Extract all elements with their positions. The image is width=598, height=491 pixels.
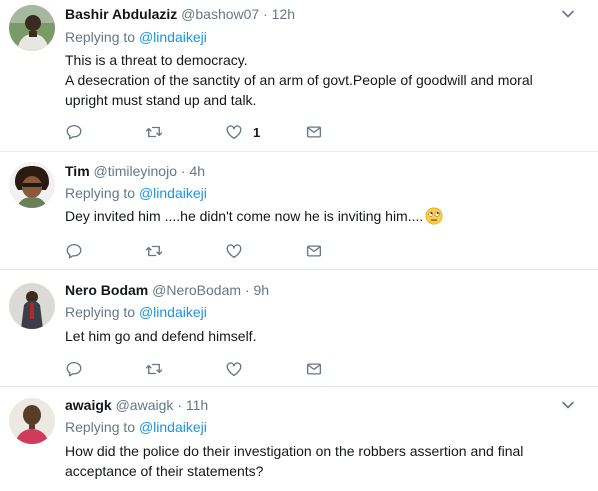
replying-to-link[interactable]: @lindaikeji	[139, 29, 207, 45]
retweet-button[interactable]	[145, 122, 163, 142]
timestamp[interactable]: · 12h	[263, 6, 295, 22]
direct-message-button[interactable]	[305, 359, 323, 379]
avatar[interactable]	[9, 283, 55, 329]
replying-to-label: Replying to	[65, 185, 139, 201]
avatar[interactable]	[9, 5, 55, 51]
avatar[interactable]	[9, 162, 55, 208]
tweet-header: Tim @timileyinojo · 4h	[65, 163, 205, 179]
retweet-button[interactable]	[145, 241, 163, 261]
reply-icon	[65, 242, 83, 260]
like-icon	[225, 123, 243, 141]
display-name[interactable]: Tim	[65, 163, 90, 179]
user-handle[interactable]: @bashow07	[181, 6, 259, 22]
retweet-icon	[145, 242, 163, 260]
tweet[interactable]: Tim @timileyinojo · 4h Replying to @lind…	[0, 152, 598, 270]
replying-to-label: Replying to	[65, 29, 139, 45]
user-handle[interactable]: @awaigk	[116, 397, 174, 413]
reply-icon	[65, 360, 83, 378]
like-button[interactable]	[225, 241, 243, 261]
timestamp[interactable]: · 11h	[177, 397, 208, 413]
replying-to-label: Replying to	[65, 419, 139, 435]
direct-message-button[interactable]	[305, 122, 323, 142]
display-name[interactable]: awaigk	[65, 397, 112, 413]
tweet-text-content: Dey invited him ....he didn't come now h…	[65, 208, 424, 224]
like-icon	[225, 242, 243, 260]
tweet-actions	[65, 241, 365, 261]
replying-to: Replying to @lindaikeji	[65, 29, 207, 45]
timestamp[interactable]: · 9h	[245, 282, 269, 298]
replying-to-link[interactable]: @lindaikeji	[139, 419, 207, 435]
timestamp[interactable]: · 4h	[181, 163, 205, 179]
retweet-icon	[145, 123, 163, 141]
replying-to: Replying to @lindaikeji	[65, 304, 207, 320]
replying-to: Replying to @lindaikeji	[65, 185, 207, 201]
replying-to-link[interactable]: @lindaikeji	[139, 304, 207, 320]
retweet-button[interactable]	[145, 359, 163, 379]
like-button[interactable]: 1	[225, 122, 260, 142]
display-name[interactable]: Nero Bodam	[65, 282, 148, 298]
like-button[interactable]	[225, 359, 243, 379]
tweet-text: Let him go and defend himself.	[65, 328, 257, 344]
tweet-text: This is a threat to democracy. A desecra…	[65, 52, 533, 108]
chevron-down-icon[interactable]	[562, 401, 574, 409]
reply-button[interactable]	[65, 241, 83, 261]
tweet-actions: 1	[65, 122, 365, 142]
display-name[interactable]: Bashir Abdulaziz	[65, 6, 177, 22]
reply-icon	[65, 123, 83, 141]
chevron-down-icon[interactable]	[562, 10, 574, 18]
user-handle[interactable]: @timileyinojo	[94, 163, 177, 179]
like-icon	[225, 360, 243, 378]
reply-button[interactable]	[65, 122, 83, 142]
replying-to: Replying to @lindaikeji	[65, 419, 207, 435]
user-handle[interactable]: @NeroBodam	[152, 282, 241, 298]
avatar[interactable]	[9, 398, 55, 444]
replying-to-link[interactable]: @lindaikeji	[139, 185, 207, 201]
replying-to-label: Replying to	[65, 304, 139, 320]
tweet[interactable]: awaigk @awaigk · 11h Replying to @lindai…	[0, 387, 598, 491]
tweet-actions	[65, 359, 365, 379]
retweet-icon	[145, 360, 163, 378]
direct-message-button[interactable]	[305, 241, 323, 261]
tweet-header: Bashir Abdulaziz @bashow07 · 12h	[65, 6, 295, 22]
tweet[interactable]: Bashir Abdulaziz @bashow07 · 12h Replyin…	[0, 0, 598, 152]
tweet-text: How did the police do their investigatio…	[65, 443, 524, 479]
tweet-header: awaigk @awaigk · 11h	[65, 397, 208, 413]
like-count: 1	[253, 124, 261, 140]
direct-message-icon	[305, 123, 323, 141]
tweet[interactable]: Nero Bodam @NeroBodam · 9h Replying to @…	[0, 270, 598, 387]
tweet-header: Nero Bodam @NeroBodam · 9h	[65, 282, 269, 298]
face-with-rolling-eyes-icon	[425, 207, 443, 225]
direct-message-icon	[305, 242, 323, 260]
reply-button[interactable]	[65, 359, 83, 379]
direct-message-icon	[305, 360, 323, 378]
tweet-text: Dey invited him ....he didn't come now h…	[65, 206, 565, 226]
